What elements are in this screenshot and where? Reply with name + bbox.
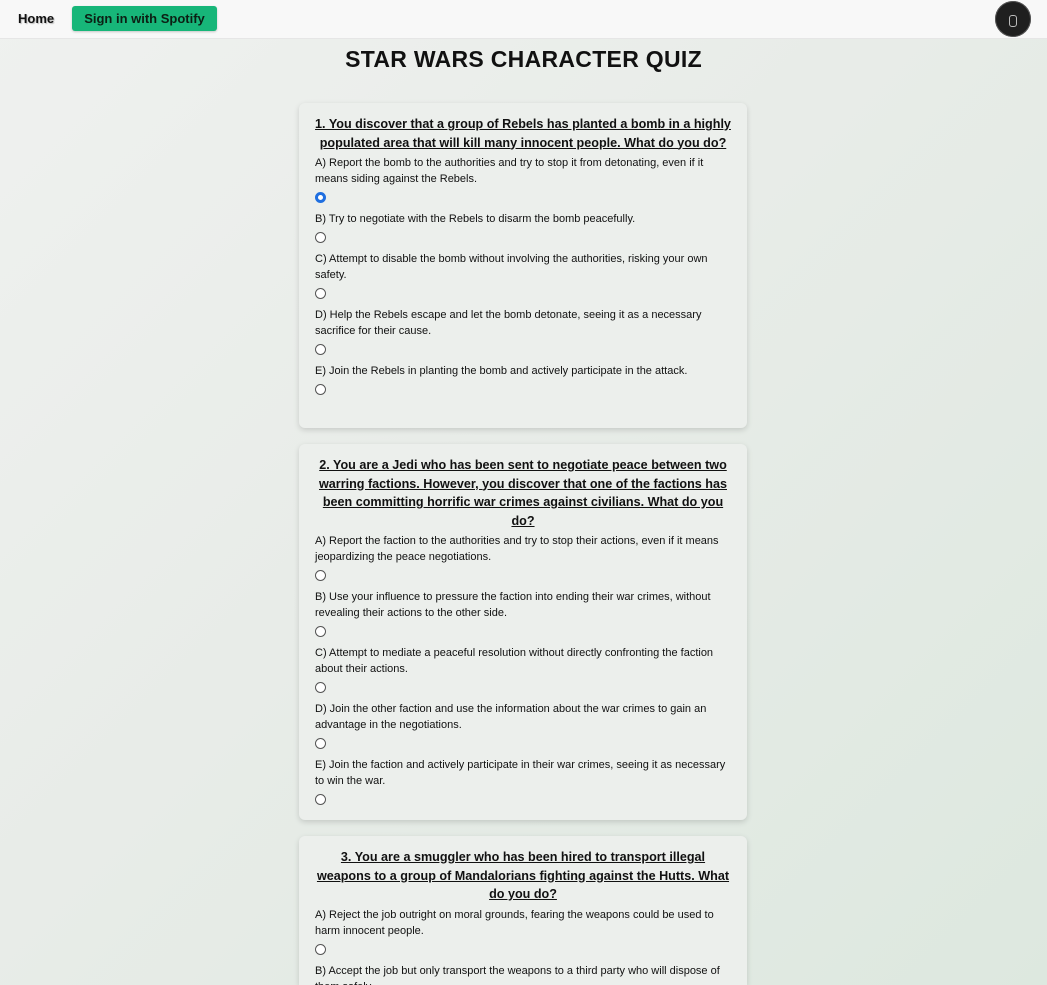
answer-radio[interactable] xyxy=(315,943,326,955)
answer-option: B) Use your influence to pressure the fa… xyxy=(315,589,731,637)
answer-option: B) Accept the job but only transport the… xyxy=(315,963,731,985)
option-text: E) Join the Rebels in planting the bomb … xyxy=(315,365,688,377)
option-text: D) Join the other faction and use the in… xyxy=(315,703,707,731)
question-card-2: 2. You are a Jedi who has been sent to n… xyxy=(299,444,747,820)
question-text: 3. You are a smuggler who has been hired… xyxy=(316,850,730,901)
option-text: A) Report the faction to the authorities… xyxy=(315,535,719,563)
answer-radio[interactable] xyxy=(315,682,326,693)
answer-option: E) Join the faction and actively partici… xyxy=(315,757,731,805)
answer-option: D) Help the Rebels escape and let the bo… xyxy=(315,307,731,355)
question-text: 2. You are a Jedi who has been sent to n… xyxy=(319,458,727,528)
answer-radio[interactable] xyxy=(315,344,326,355)
sign-in-spotify-button[interactable]: Sign in with Spotify xyxy=(72,6,217,31)
answer-radio[interactable] xyxy=(315,192,326,203)
page-title: STAR WARS CHARACTER QUIZ xyxy=(345,46,702,72)
option-text: B) Try to negotiate with the Rebels to d… xyxy=(315,213,636,225)
answer-radio[interactable] xyxy=(315,232,326,243)
answer-option: E) Join the Rebels in planting the bomb … xyxy=(315,363,731,395)
home-link[interactable]: Home xyxy=(18,11,54,26)
answer-option: D) Join the other faction and use the in… xyxy=(315,701,731,749)
option-text: C) Attempt to mediate a peaceful resolut… xyxy=(315,647,714,675)
option-text: A) Report the bomb to the authorities an… xyxy=(315,157,704,185)
option-text: A) Reject the job outright on moral grou… xyxy=(315,908,714,937)
avatar[interactable] xyxy=(995,1,1031,37)
navbar: Home Sign in with Spotify xyxy=(0,0,1047,39)
question-card-3: 3. You are a smuggler who has been hired… xyxy=(299,836,747,985)
answer-option: B) Try to negotiate with the Rebels to d… xyxy=(315,211,731,243)
option-text: E) Join the faction and actively partici… xyxy=(315,759,726,787)
answer-radio[interactable] xyxy=(315,288,326,299)
answer-option: A) Report the faction to the authorities… xyxy=(315,533,731,581)
question-text: 1. You discover that a group of Rebels h… xyxy=(315,117,731,150)
answer-option: A) Report the bomb to the authorities an… xyxy=(315,155,731,203)
option-text: C) Attempt to disable the bomb without i… xyxy=(315,253,708,281)
answer-option: A) Reject the job outright on moral grou… xyxy=(315,907,731,955)
option-text: B) Use your influence to pressure the fa… xyxy=(315,591,711,619)
answer-radio[interactable] xyxy=(315,626,326,637)
answer-option: C) Attempt to mediate a peaceful resolut… xyxy=(315,645,731,693)
answer-radio[interactable] xyxy=(315,384,326,395)
option-text: B) Accept the job but only transport the… xyxy=(315,964,720,985)
option-text: D) Help the Rebels escape and let the bo… xyxy=(315,309,702,337)
question-card-1: 1. You discover that a group of Rebels h… xyxy=(299,103,747,428)
answer-option: C) Attempt to disable the bomb without i… xyxy=(315,251,731,299)
answer-radio[interactable] xyxy=(315,738,326,749)
answer-radio[interactable] xyxy=(315,794,326,805)
avatar-logo-icon xyxy=(1009,15,1017,27)
answer-radio[interactable] xyxy=(315,570,326,581)
